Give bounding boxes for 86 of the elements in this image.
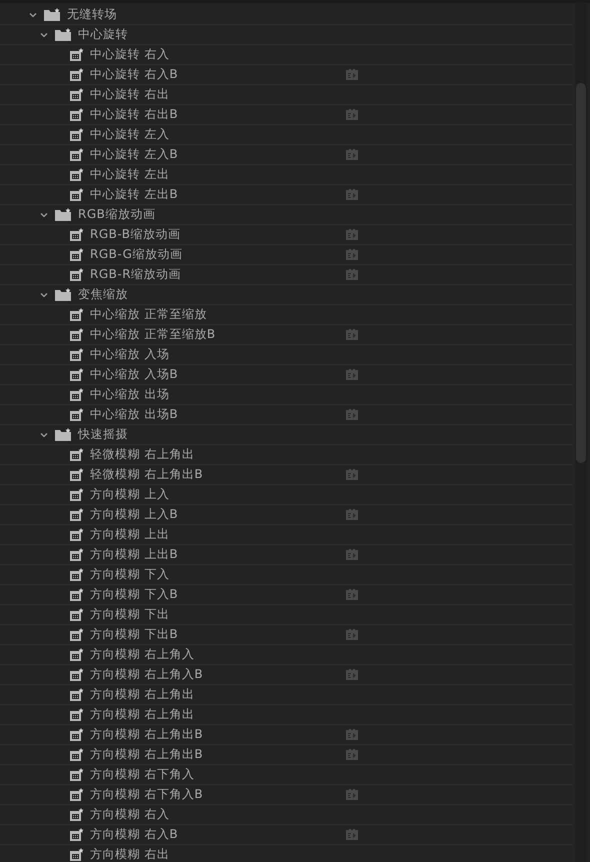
- effect-label[interactable]: 方向模糊 下出B: [90, 626, 346, 643]
- effect-icon: [70, 608, 84, 621]
- effect-icon: [70, 488, 84, 501]
- effect-icon: [70, 188, 84, 201]
- effect-label[interactable]: 方向模糊 上入B: [90, 506, 346, 523]
- effect-label[interactable]: 轻微模糊 右上角出B: [90, 466, 346, 483]
- effect-label[interactable]: 方向模糊 右下角入: [90, 766, 346, 783]
- effect-icon: [70, 828, 84, 841]
- effect-icon: [70, 88, 84, 101]
- effect-label[interactable]: 中心缩放 入场: [90, 346, 346, 363]
- effect-label[interactable]: 方向模糊 右上角出: [90, 706, 346, 723]
- effect-label[interactable]: 中心旋转 左入B: [90, 146, 346, 163]
- effect-icon: [70, 648, 84, 661]
- effect-label[interactable]: 方向模糊 下出: [90, 606, 346, 623]
- effect-label[interactable]: 中心旋转 左出B: [90, 186, 346, 203]
- effect-label[interactable]: 中心缩放 正常至缩放: [90, 306, 346, 323]
- effect-icon: [70, 48, 84, 61]
- folder-label[interactable]: 快速摇摄: [78, 426, 128, 443]
- effect-icon: [70, 408, 84, 421]
- effect-icon: [70, 248, 84, 261]
- effect-icon: [70, 708, 84, 721]
- folder-label[interactable]: 变焦缩放: [78, 286, 128, 303]
- effect-label[interactable]: 方向模糊 右下角入B: [90, 786, 346, 803]
- effect-label[interactable]: 中心旋转 右出B: [90, 106, 346, 123]
- effect-label[interactable]: 轻微模糊 右上角出: [90, 446, 346, 463]
- effect-label[interactable]: 中心旋转 左入: [90, 126, 346, 143]
- effect-icon: [70, 448, 84, 461]
- effect-label[interactable]: 方向模糊 上出: [90, 526, 346, 543]
- effect-icon: [70, 148, 84, 161]
- effect-label[interactable]: 方向模糊 右上角入: [90, 646, 346, 663]
- effect-icon: [70, 68, 84, 81]
- folder-icon: [44, 8, 60, 21]
- effect-icon: [70, 108, 84, 121]
- effect-label[interactable]: 中心缩放 正常至缩放B: [90, 326, 346, 343]
- effect-icon: [70, 728, 84, 741]
- effect-icon: [70, 568, 84, 581]
- effect-label[interactable]: 中心旋转 左出: [90, 166, 346, 183]
- folder-label[interactable]: 无缝转场: [67, 6, 117, 23]
- effect-icon: [70, 128, 84, 141]
- effect-label[interactable]: 方向模糊 下入: [90, 566, 346, 583]
- effect-icon: [70, 368, 84, 381]
- folder-icon: [55, 288, 71, 301]
- effect-label[interactable]: RGB-G缩放动画: [90, 246, 346, 263]
- effect-label[interactable]: 方向模糊 右上角出B: [90, 726, 346, 743]
- effect-icon: [70, 808, 84, 821]
- effect-label[interactable]: 方向模糊 右上角出: [90, 686, 346, 703]
- folder-icon: [55, 28, 71, 41]
- effect-icon: [70, 548, 84, 561]
- effect-label[interactable]: RGB-B缩放动画: [90, 226, 346, 243]
- effect-icon: [70, 308, 84, 321]
- effect-label[interactable]: 方向模糊 右入: [90, 806, 346, 823]
- folder-icon: [55, 428, 71, 441]
- effect-icon: [70, 468, 84, 481]
- effect-icon: [70, 748, 84, 761]
- effect-icon: [70, 528, 84, 541]
- effect-label[interactable]: 中心缩放 出场: [90, 386, 346, 403]
- effect-icon: [70, 328, 84, 341]
- effect-icon: [70, 168, 84, 181]
- folder-icon: [55, 208, 71, 221]
- effect-label[interactable]: 方向模糊 右上角出B: [90, 746, 346, 763]
- effect-icon: [70, 508, 84, 521]
- effect-label[interactable]: 中心旋转 右出: [90, 86, 346, 103]
- effect-icon: [70, 688, 84, 701]
- effect-label[interactable]: 方向模糊 右上角入B: [90, 666, 346, 683]
- effect-label[interactable]: 中心旋转 右入: [90, 46, 346, 63]
- effect-label[interactable]: 中心旋转 右入B: [90, 66, 346, 83]
- effect-label[interactable]: 方向模糊 上入: [90, 486, 346, 503]
- effect-icon: [70, 668, 84, 681]
- effect-label[interactable]: RGB-R缩放动画: [90, 266, 346, 283]
- scrollbar[interactable]: [575, 3, 587, 862]
- effect-icon: [70, 768, 84, 781]
- effect-label[interactable]: 中心缩放 入场B: [90, 366, 346, 383]
- effect-icon: [70, 228, 84, 241]
- effect-icon: [70, 788, 84, 801]
- effect-label[interactable]: 中心缩放 出场B: [90, 406, 346, 423]
- effect-icon: [70, 348, 84, 361]
- folder-label[interactable]: 中心旋转: [78, 26, 128, 43]
- effect-icon: [70, 628, 84, 641]
- effect-label[interactable]: 方向模糊 上出B: [90, 546, 346, 563]
- effect-icon: [70, 268, 84, 281]
- folder-label[interactable]: RGB缩放动画: [78, 206, 156, 223]
- effect-icon: [70, 588, 84, 601]
- effect-icon: [70, 388, 84, 401]
- effect-label[interactable]: 方向模糊 下入B: [90, 586, 346, 603]
- effect-label[interactable]: 方向模糊 右出: [90, 846, 346, 862]
- effect-label[interactable]: 方向模糊 右入B: [90, 826, 346, 843]
